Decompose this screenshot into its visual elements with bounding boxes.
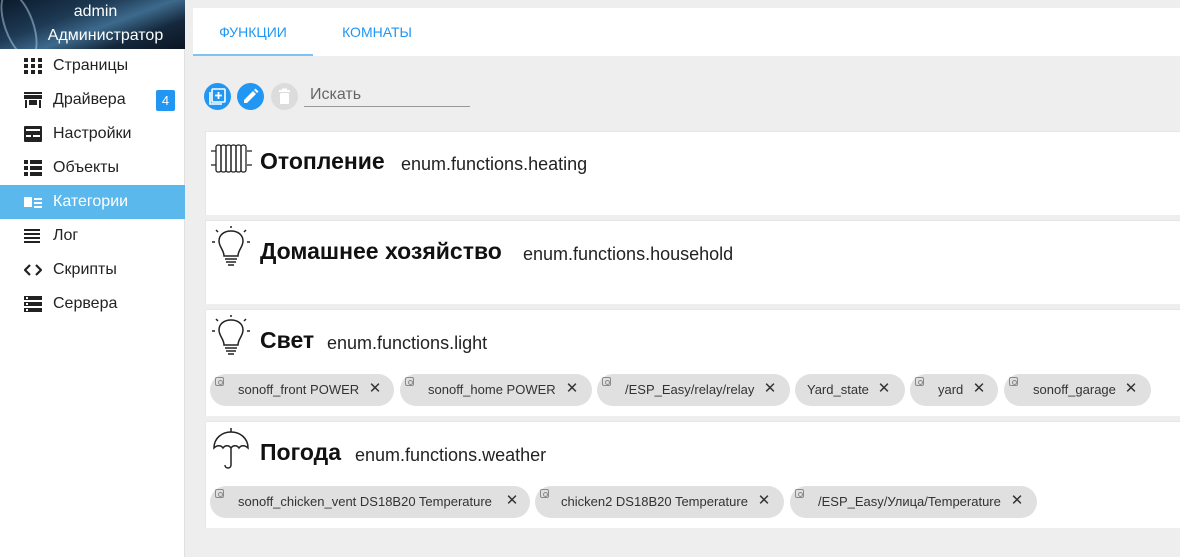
- main-menu: Страницы Драйвера 4 Настройки Объекты Ка…: [0, 49, 185, 321]
- sidebar-item-objects[interactable]: Объекты: [0, 151, 185, 185]
- sidebar-item-label: Скрипты: [53, 261, 117, 278]
- edit-button[interactable]: [237, 83, 264, 110]
- category-id: enum.functions.household: [523, 244, 734, 264]
- store-icon: [24, 92, 42, 108]
- add-icon: [209, 88, 226, 105]
- remove-chip-icon[interactable]: ✕: [972, 381, 986, 397]
- lightbulb-icon: [212, 226, 250, 266]
- grid-icon: [24, 58, 42, 74]
- category-id: enum.functions.light: [327, 333, 488, 353]
- log-icon: [24, 229, 40, 243]
- sidebar-item-log[interactable]: Лог: [0, 219, 185, 253]
- member-chip[interactable]: yard ✕: [910, 374, 998, 406]
- state-icon: [602, 377, 611, 386]
- remove-chip-icon[interactable]: ✕: [757, 493, 771, 509]
- sidebar: admin Администратор Страницы Драйвера 4: [0, 0, 185, 557]
- state-icon: [215, 377, 224, 386]
- chip-label: yard: [938, 382, 964, 397]
- chip-label: Yard_state: [807, 382, 869, 397]
- state-icon: [795, 489, 804, 498]
- sidebar-item-label: Настройки: [53, 125, 132, 142]
- state-icon: [215, 489, 224, 498]
- search-input[interactable]: [304, 84, 470, 106]
- drivers-count-badge: 4: [156, 90, 175, 111]
- state-icon: [405, 377, 414, 386]
- sidebar-item-servers[interactable]: Сервера: [0, 287, 185, 321]
- category-title: Погода: [260, 439, 341, 465]
- category-icon: [24, 197, 42, 208]
- chip-label: sonoff_front POWER: [238, 382, 360, 397]
- search-field: [304, 84, 470, 107]
- sidebar-item-label: Категории: [53, 193, 129, 210]
- chip-label: sonoff_chicken_vent DS18B20 Temperature: [238, 494, 492, 509]
- sidebar-item-pages[interactable]: Страницы: [0, 49, 185, 83]
- state-icon: [540, 489, 549, 498]
- code-icon: [24, 264, 42, 276]
- remove-chip-icon[interactable]: ✕: [505, 493, 519, 509]
- tab-bar: Функции Комнаты: [193, 8, 1180, 56]
- user-name: admin: [73, 3, 118, 20]
- category-title: Домашнее хозяйство: [260, 238, 502, 264]
- active-tab-indicator: [193, 54, 313, 56]
- member-chip[interactable]: sonoff_home POWER ✕: [400, 374, 592, 406]
- tab-rooms[interactable]: Комнаты: [321, 8, 433, 56]
- lightbulb-icon: [212, 315, 250, 355]
- member-chip[interactable]: sonoff_front POWER ✕: [210, 374, 394, 406]
- remove-chip-icon[interactable]: ✕: [763, 381, 777, 397]
- sidebar-item-label: Драйвера: [53, 91, 126, 108]
- top-strip: [193, 0, 1180, 8]
- category-card-light[interactable]: Свет enum.functions.light sonoff_front P…: [205, 309, 1180, 416]
- edit-icon: [244, 88, 259, 103]
- sidebar-item-label: Лог: [53, 227, 79, 244]
- sidebar-item-label: Объекты: [53, 159, 119, 176]
- server-icon: [24, 296, 42, 312]
- list-icon: [24, 160, 42, 176]
- sidebar-item-drivers[interactable]: Драйвера 4: [0, 83, 185, 117]
- category-title: Свет: [260, 327, 315, 353]
- category-id: enum.functions.heating: [401, 154, 588, 174]
- member-chip[interactable]: chicken2 DS18B20 Temperature ✕: [535, 486, 784, 518]
- chip-label: chicken2 DS18B20 Temperature: [561, 494, 748, 509]
- remove-chip-icon[interactable]: ✕: [565, 381, 579, 397]
- category-card-household[interactable]: Домашнее хозяйство enum.functions.househ…: [205, 220, 1180, 304]
- settings-card-icon: [24, 126, 42, 142]
- delete-button[interactable]: [271, 83, 298, 110]
- category-id: enum.functions.weather: [355, 445, 547, 465]
- member-chip[interactable]: sonoff_garage ✕: [1004, 374, 1151, 406]
- umbrella-icon: [213, 428, 249, 469]
- category-title: Отопление: [260, 148, 385, 174]
- radiator-icon: [211, 144, 252, 173]
- sidebar-item-scripts[interactable]: Скрипты: [0, 253, 185, 287]
- remove-chip-icon[interactable]: ✕: [1010, 493, 1024, 509]
- member-chip[interactable]: sonoff_chicken_vent DS18B20 Temperature …: [210, 486, 530, 518]
- state-icon: [1009, 377, 1018, 386]
- user-header: admin Администратор: [0, 0, 185, 49]
- delete-icon: [279, 88, 290, 104]
- sidebar-item-categories[interactable]: Категории: [0, 185, 185, 219]
- remove-chip-icon[interactable]: ✕: [1124, 381, 1138, 397]
- member-chip[interactable]: Yard_state ✕: [795, 374, 905, 406]
- remove-chip-icon[interactable]: ✕: [368, 381, 382, 397]
- member-chip[interactable]: /ESP_Easy/relay/relay ✕: [597, 374, 790, 406]
- state-icon: [915, 377, 924, 386]
- tab-functions[interactable]: Функции: [193, 8, 313, 56]
- sidebar-item-label: Сервера: [53, 295, 118, 312]
- chip-label: /ESP_Easy/Улица/Temperature: [818, 494, 1001, 509]
- chip-label: sonoff_garage: [1033, 382, 1116, 397]
- chip-label: /ESP_Easy/relay/relay: [625, 382, 755, 397]
- remove-chip-icon[interactable]: ✕: [877, 381, 891, 397]
- member-chip[interactable]: /ESP_Easy/Улица/Temperature ✕: [790, 486, 1037, 518]
- category-card-heating[interactable]: Отопление enum.functions.heating: [205, 131, 1180, 215]
- category-card-weather[interactable]: Погода enum.functions.weather sonoff_chi…: [205, 421, 1180, 528]
- sidebar-item-label: Страницы: [53, 57, 129, 74]
- sidebar-item-settings[interactable]: Настройки: [0, 117, 185, 151]
- chip-label: sonoff_home POWER: [428, 382, 556, 397]
- user-role: Администратор: [47, 27, 164, 44]
- add-category-button[interactable]: [204, 83, 231, 110]
